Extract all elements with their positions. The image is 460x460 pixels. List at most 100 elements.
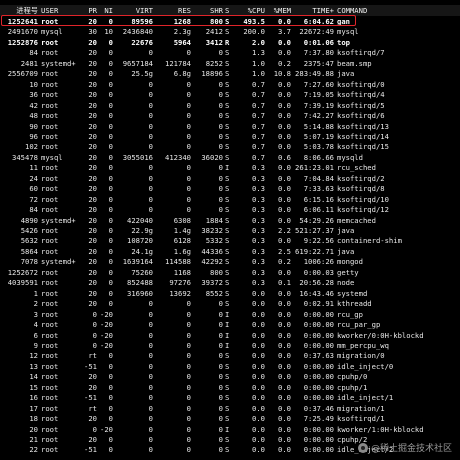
process-mem: 0.0	[278, 184, 291, 194]
process-user: root	[41, 111, 59, 121]
process-command: ksoftirqd/14	[337, 131, 389, 141]
process-command: migration/1	[337, 403, 385, 413]
process-shr: 800	[210, 267, 223, 277]
process-cpu: 0.3	[252, 194, 265, 204]
process-time: 22672:49	[299, 27, 334, 37]
process-cpu: 0.0	[252, 351, 265, 361]
process-time: 6:04.62	[303, 17, 334, 26]
process-row: 2481 systemd+ 20 0 9657184 121784 8252 S 1.0 0.2 2…	[0, 58, 460, 69]
process-time: 0:00.03	[303, 267, 334, 277]
process-res: 1268	[173, 17, 191, 26]
process-row: 2491670 mysql 30 10 2436840 2.3g 2412 S 200.0 3.7…	[0, 26, 460, 37]
process-state: S	[225, 361, 230, 371]
process-time: 5:07.19	[303, 131, 334, 141]
process-time: 0:00.00	[303, 435, 334, 444]
process-mem: 0.2	[278, 58, 291, 68]
process-user: root	[41, 194, 59, 204]
process-ni: 0	[108, 100, 113, 110]
process-mem: 0.0	[278, 424, 291, 434]
process-pid: 22	[29, 445, 38, 455]
process-pid: 12	[29, 351, 38, 361]
process-pid: 5426	[20, 226, 38, 235]
process-res: 0	[186, 361, 191, 371]
process-pid: 20	[29, 424, 38, 434]
process-state: S	[225, 121, 230, 131]
process-command: systemd	[337, 288, 368, 298]
process-command: beam.smp	[337, 58, 372, 68]
process-pid: 48	[29, 111, 38, 121]
process-command: kthreadd	[337, 299, 372, 309]
process-cpu: 0.0	[252, 330, 265, 340]
process-mem: 0.0	[278, 320, 291, 330]
process-user: root	[41, 372, 59, 382]
process-user: root	[41, 173, 59, 183]
process-virt: 0	[148, 435, 153, 444]
process-pr: 20	[88, 163, 97, 173]
process-pid: 4890	[20, 215, 38, 225]
process-time: 1006:26	[303, 257, 334, 267]
process-res: 0	[186, 121, 191, 131]
process-user: root	[41, 361, 59, 371]
process-pr: 20	[88, 246, 97, 256]
process-shr: 8252	[205, 58, 223, 68]
process-user: root	[41, 340, 59, 350]
process-shr: 0	[218, 309, 223, 319]
process-virt: 0	[148, 131, 153, 141]
process-mem: 0.0	[278, 361, 291, 371]
process-res: 1.6g	[173, 246, 191, 256]
process-cpu: 0.0	[252, 309, 265, 319]
process-pr: 20	[88, 257, 97, 267]
process-cpu: 1.0	[252, 58, 265, 68]
process-cpu: 0.7	[252, 121, 265, 131]
process-ni: -20	[100, 320, 113, 330]
process-res: 0	[186, 194, 191, 204]
process-time: 0:37.46	[303, 403, 334, 413]
process-virt: 316960	[127, 288, 153, 298]
process-user: systemd+	[41, 215, 76, 225]
process-pr: 20	[88, 131, 97, 141]
process-command: ksoftirqd/15	[337, 142, 389, 152]
process-ni: -20	[100, 309, 113, 319]
process-res: 0	[186, 142, 191, 152]
process-res: 0	[186, 79, 191, 89]
process-command: rcu_par_gp	[337, 320, 381, 330]
process-ni: 0	[108, 194, 113, 204]
process-state: S	[225, 173, 230, 183]
process-user: root	[41, 382, 59, 392]
process-shr: 0	[218, 131, 223, 141]
process-time: 9:22.56	[303, 236, 334, 246]
process-user: root	[41, 142, 59, 152]
process-pid: 84	[29, 48, 38, 58]
process-virt: 0	[148, 309, 153, 319]
process-time: 8:06.66	[303, 152, 334, 162]
process-row: 102 root 20 0 0 0 0 S 0.7 0.0 5:03.78 ksoftirqd/15	[0, 141, 460, 152]
header-ni: NI	[104, 6, 113, 15]
header-time: TIME+	[312, 6, 334, 15]
process-pid: 2481	[20, 58, 38, 68]
process-mem: 0.0	[278, 48, 291, 58]
process-ni: 0	[108, 121, 113, 131]
process-pid: 1252876	[7, 37, 38, 47]
process-res: 0	[186, 403, 191, 413]
process-ni: -20	[100, 424, 113, 434]
process-user: root	[41, 37, 59, 47]
process-row: 4890 systemd+ 20 0 422040 6308 1884 S 0.3 0.0 54:2…	[0, 215, 460, 226]
process-pid: 7078	[20, 257, 38, 267]
process-virt: 0	[148, 79, 153, 89]
process-virt: 0	[148, 361, 153, 371]
process-user: root	[41, 403, 59, 413]
process-row: 3 root 0 -20 0 0 0 I 0.0 0.0 0:00.00 rcu_gp	[0, 309, 460, 320]
process-cpu: 0.0	[252, 372, 265, 382]
process-row: 36 root 20 0 0 0 0 S 0.7 0.0 7:19.05 ksoftirqd/4	[0, 89, 460, 100]
process-cpu: 0.0	[252, 299, 265, 309]
process-command: node	[337, 278, 355, 288]
process-row: 84 root 20 0 0 0 0 S 1.3 0.0 7:37.80 ksoftirqd/7	[0, 47, 460, 58]
process-cpu: 0.0	[252, 361, 265, 371]
process-time: 7:33.63	[303, 184, 334, 194]
process-shr: 0	[218, 173, 223, 183]
process-time: 2375:47	[303, 58, 334, 68]
process-res: 1.4g	[173, 226, 191, 235]
process-time: 0:01.06	[303, 37, 334, 47]
process-virt: 0	[148, 393, 153, 403]
process-command: containerd-shim	[337, 236, 402, 246]
